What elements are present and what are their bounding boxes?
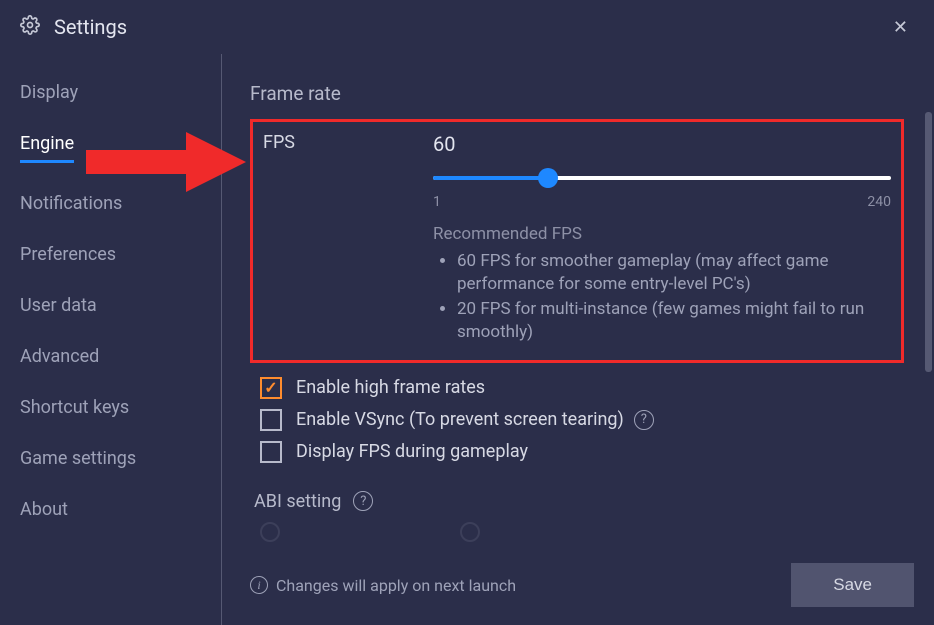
- abi-radio-option[interactable]: [260, 522, 280, 542]
- fps-highlight-box: FPS 60 1 240 Recommended FPS 60 FPS for …: [250, 119, 904, 363]
- sidebar-item-display[interactable]: Display: [20, 82, 78, 103]
- fps-slider-thumb[interactable]: [538, 168, 558, 188]
- footer-note-text: Changes will apply on next launch: [276, 576, 516, 595]
- scrollbar-thumb[interactable]: [925, 112, 932, 372]
- sidebar-item-notifications[interactable]: Notifications: [20, 193, 122, 214]
- checkbox-label-vsync: Enable VSync (To prevent screen tearing): [296, 409, 624, 430]
- sidebar-item-game-settings[interactable]: Game settings: [20, 448, 136, 469]
- fps-value: 60: [433, 132, 891, 156]
- checkbox-vsync[interactable]: [260, 409, 282, 431]
- checkbox-label-display-fps: Display FPS during gameplay: [296, 441, 528, 462]
- recommended-fps-item: 60 FPS for smoother gameplay (may affect…: [457, 250, 891, 296]
- window-title: Settings: [54, 15, 127, 39]
- checkbox-display-fps[interactable]: [260, 441, 282, 463]
- close-icon[interactable]: ✕: [887, 11, 914, 44]
- sidebar-item-shortcut-keys[interactable]: Shortcut keys: [20, 397, 129, 418]
- window-header: Settings ✕: [0, 0, 934, 54]
- sidebar-item-user-data[interactable]: User data: [20, 295, 97, 316]
- main-content: Frame rate FPS 60 1 240 Recommended FPS: [222, 54, 934, 625]
- header-left: Settings: [20, 15, 127, 39]
- help-icon[interactable]: ?: [634, 410, 654, 430]
- gear-icon: [20, 15, 40, 39]
- frame-rate-title: Frame rate: [250, 82, 904, 105]
- save-button[interactable]: Save: [791, 563, 914, 607]
- sidebar-item-advanced[interactable]: Advanced: [20, 346, 99, 367]
- help-icon[interactable]: ?: [353, 491, 373, 511]
- abi-radio-group: [260, 522, 904, 542]
- sidebar-item-engine[interactable]: Engine: [20, 133, 74, 163]
- abi-radio-option[interactable]: [460, 522, 480, 542]
- fps-slider[interactable]: [433, 168, 891, 188]
- recommended-fps-title: Recommended FPS: [433, 224, 891, 244]
- fps-slider-max: 240: [867, 194, 891, 210]
- abi-setting-title: ABI setting: [254, 491, 341, 512]
- recommended-fps-list: 60 FPS for smoother gameplay (may affect…: [433, 250, 891, 344]
- sidebar-item-about[interactable]: About: [20, 499, 68, 520]
- checkbox-label-high-frame-rates: Enable high frame rates: [296, 377, 485, 398]
- fps-slider-min: 1: [433, 194, 441, 210]
- sidebar: Display Engine Notifications Preferences…: [0, 54, 222, 625]
- checkbox-high-frame-rates[interactable]: [260, 377, 282, 399]
- fps-label: FPS: [263, 132, 433, 153]
- recommended-fps-item: 20 FPS for multi-instance (few games mig…: [457, 298, 891, 344]
- sidebar-item-preferences[interactable]: Preferences: [20, 244, 116, 265]
- info-icon: i: [250, 576, 268, 594]
